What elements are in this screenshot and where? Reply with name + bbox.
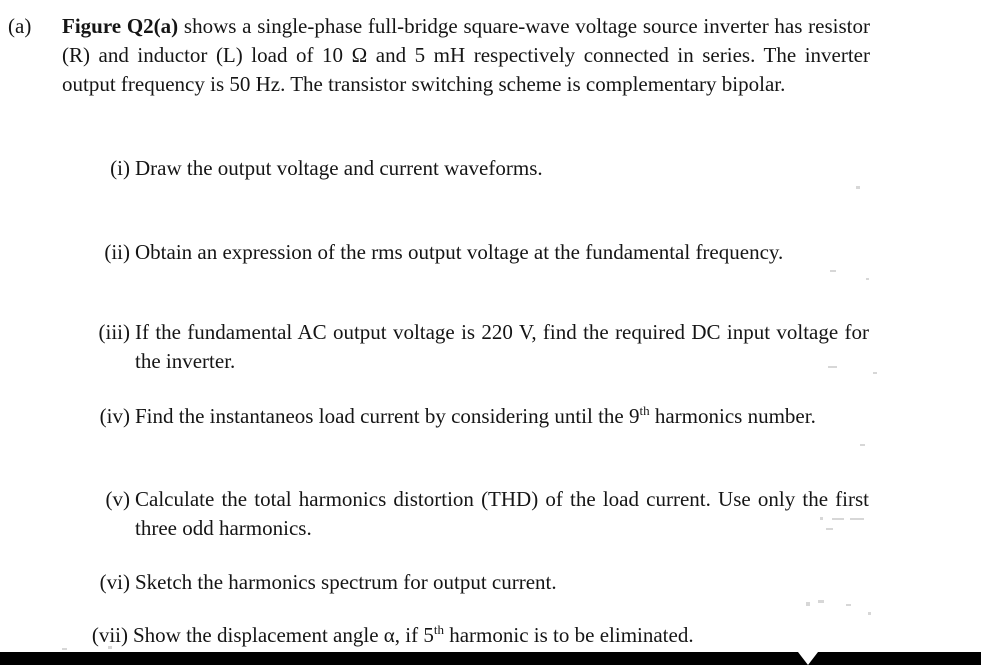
cursor-notch-icon [798,652,818,665]
scan-artifact [856,186,860,189]
sub-question-numeral: (vi) [99,570,130,594]
part-label: (a) [8,14,32,38]
sub-question-text: Draw the output voltage and current wave… [135,156,543,180]
sub-question-text: Show the displacement angle α, if 5th ha… [133,621,867,650]
sub-question-text: Calculate the total harmonics distortion… [135,487,869,540]
scan-artifact [806,602,810,606]
bottom-black-band [0,652,981,665]
sub-question-text-before: Find the instantaneos load current by co… [135,404,640,428]
scan-artifact [866,278,869,280]
sub-question-numeral: (iv) [99,404,130,428]
sub-question-numeral: (iii) [98,320,131,344]
sub-question-text-after: harmonics number. [649,404,816,428]
sub-question-text: Find the instantaneos load current by co… [135,402,869,431]
sub-question-numeral: (vii) [91,623,128,647]
sub-question-text: Sketch the harmonics spectrum for output… [135,570,557,594]
sub-question-text: Obtain an expression of the rms output v… [135,240,784,264]
scan-artifact [860,444,865,446]
ordinal-superscript: th [433,622,444,637]
sub-question-numeral: (i) [110,156,130,180]
scan-artifact [868,612,871,615]
scan-artifact [873,372,877,374]
part-intro-text: shows a single-phase full-bridge square-… [62,14,870,96]
scanned-page: (a) Figure Q2(a) shows a single-phase fu… [0,0,981,665]
scan-artifact [830,270,836,272]
ordinal-superscript: th [639,403,650,418]
part-intro-paragraph: Figure Q2(a) shows a single-phase full-b… [62,12,870,99]
sub-question-numeral: (ii) [104,240,130,264]
figure-reference: Figure Q2(a) [62,14,179,38]
sub-question-text-after: harmonic is to be eliminated. [443,623,694,647]
scan-artifact [818,600,824,603]
sub-question-numeral: (v) [105,487,131,511]
sub-question-text: If the fundamental AC output voltage is … [135,320,869,373]
scan-artifact [846,604,851,606]
sub-question-text-before: Show the displacement angle α, if 5 [133,623,434,647]
